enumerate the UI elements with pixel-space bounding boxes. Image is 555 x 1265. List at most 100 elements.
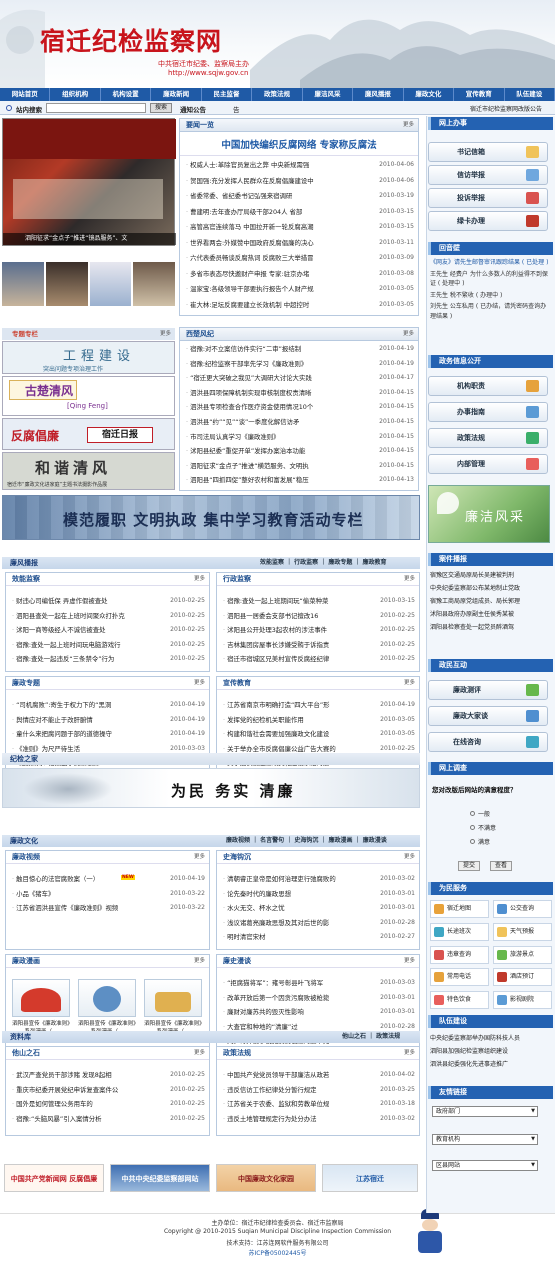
item-title[interactable]: 舆情应对不能止于改肝腑情 [12, 714, 161, 726]
more-link[interactable]: 更多 [194, 851, 205, 864]
item-title[interactable]: 重庆市纪委开展党纪申诉复查案件公 [12, 1084, 161, 1096]
radio-icon[interactable] [470, 825, 475, 830]
more-link[interactable]: 更多 [160, 328, 171, 340]
news-item[interactable]: 崔大林:足坛反腐要建立长效机制 中超控时 2010-03-05 [180, 299, 418, 311]
list-item[interactable]: 重庆市纪委开展党纪申诉复查案件公 2010-02-25 [6, 1084, 209, 1096]
more-link[interactable]: 更多 [404, 955, 415, 968]
item-title[interactable]: 明时清官宋材 [223, 931, 371, 943]
item-title[interactable]: 沭阳县公开处理3起农村的涉法事件 [223, 624, 371, 636]
radio-icon[interactable] [470, 839, 475, 844]
xichu-item[interactable]: 泗洪县四项保障机制实现审核制度权责清晰 2010-04-15 [180, 387, 418, 399]
item-title[interactable]: 江苏省泗洪县宣传《廉政准则》视频 [12, 902, 161, 914]
item-title[interactable]: 发挥党的纪检机关职能作用 [223, 714, 371, 726]
thumbnail[interactable] [2, 262, 44, 306]
item-title[interactable]: 改革开放后第一个因贪污腐败被枪毙 [223, 992, 371, 1004]
survey-option[interactable]: 一般 [470, 808, 496, 822]
nav-item-supervision[interactable]: 民主监督 [202, 88, 253, 101]
item-title[interactable]: 贺国强:充分发挥人民群众在反腐倡廉建设中 [186, 175, 370, 187]
xichu-item[interactable]: 泗洪县“约”“见”“谈”一季度化解信访矛 2010-04-15 [180, 416, 418, 428]
complaint-report-button[interactable]: 投诉举报 [428, 188, 548, 208]
item-title[interactable]: 中国共产党党员领导干部廉洁从政若 [223, 1069, 371, 1081]
item-title[interactable]: 泗阳征求“金点子”推进“横范服务、文明执 [186, 460, 370, 472]
item-title[interactable]: 泗洪县“约”“见”“谈”一季度化解信访矛 [186, 416, 370, 428]
nav-item-policy[interactable]: 政策法规 [252, 88, 303, 101]
list-item[interactable]: 武汉严查党员干部涉赌 发现8起相 2010-02-25 [6, 1069, 209, 1081]
more-link[interactable]: 更多 [404, 1047, 415, 1060]
integrity-discussion-button[interactable]: 廉政大家谈 [428, 706, 548, 726]
more-link[interactable]: 更多 [404, 851, 415, 864]
service-item[interactable]: 长途班次 [430, 922, 489, 941]
item-title[interactable]: 小品《猪车》 [12, 888, 161, 900]
list-item[interactable]: 宿豫:查处一起上班期间玩“偷菜种菜 2010-03-15 [217, 595, 419, 607]
online-consult-button[interactable]: 在线咨询 [428, 732, 548, 752]
banner-qingfeng[interactable]: 古楚清风 [Qing Feng] [2, 376, 175, 416]
list-item[interactable]: 江苏省关于农委、监狱和劳教单位规 2010-03-18 [217, 1098, 419, 1110]
case-item[interactable]: 中央纪委监察部公布某地制止党政 [430, 582, 552, 595]
item-title[interactable]: 清朝睿正皇帝是如何治理吏行弛腐败的 [223, 873, 371, 885]
huiyin-item[interactable]: 王先生 经费户 为什么多数人的利益得不到保证 ( 处理中 ) [430, 270, 552, 289]
service-item[interactable]: 影视剧院 [493, 991, 552, 1010]
list-item[interactable]: 小品《猪车》 2010-03-22 [6, 888, 209, 900]
item-title[interactable]: 宿豫:查处一起上班时间玩电脑游戏行 [12, 639, 161, 651]
list-item[interactable]: 沭阳一商等级经人不诚信被查处 2010-02-25 [6, 624, 209, 636]
item-title[interactable]: 吉林集团房屋事长涉嫌受贿于诉指责 [223, 639, 371, 651]
news-item[interactable]: 世界看两会:外媒赞中国政府反腐倡廉的决心 2010-03-11 [180, 237, 418, 249]
item-title[interactable]: 宿豫:纪检监察干部率先学习《廉政准则》 [186, 358, 370, 370]
list-item[interactable]: 宿迁市宿城区兄美村宣传反腐经纪律 2010-02-25 [217, 653, 419, 665]
survey-submit-button[interactable]: 提交 [458, 861, 480, 871]
news-item[interactable]: 多省市表态尽快邀财产申报 专家:驻京办堵 2010-03-08 [180, 268, 418, 280]
list-item[interactable]: 违反信访工作纪律处分暂行规定 2010-03-25 [217, 1084, 419, 1096]
list-item[interactable]: 舆情应对不能止于改肝腑情 2010-04-19 [6, 714, 209, 726]
item-title[interactable]: 泗阳县查处一起在上班时间聚众打扑克 [12, 610, 161, 622]
nav-item-team[interactable]: 队伍建设 [505, 88, 555, 101]
list-item[interactable]: 清朝睿正皇帝是如何治理吏行弛腐败的 2010-03-02 [217, 873, 419, 885]
list-item[interactable]: 宿豫:“头脑风暴”引入案情分析 2010-02-25 [6, 1113, 209, 1125]
nav-item-news[interactable]: 廉政新闻 [151, 88, 202, 101]
slogan-banner[interactable]: 为民 务实 清廉 [2, 768, 420, 808]
news-photo[interactable]: 泗阳征求“金点子”推进“镜品服务”、文 [2, 118, 176, 246]
item-title[interactable]: 江苏省南京市明确打造“四大平台”形 [223, 699, 371, 711]
item-title[interactable]: 宿豫:查处一起违反“三条禁令”行为 [12, 653, 161, 665]
item-title[interactable]: 宿豫:“头脑风暴”引入案情分析 [12, 1113, 161, 1125]
petition-report-button[interactable]: 信访举报 [428, 165, 548, 185]
list-item[interactable]: 泗阳县一居委会支部书记擅改16 2010-02-25 [217, 610, 419, 622]
list-item[interactable]: 论先秦时代的廉政思想 2010-03-01 [217, 888, 419, 900]
survey-option[interactable]: 满意 [470, 836, 496, 850]
nav-item-style[interactable]: 廉洁风采 [303, 88, 354, 101]
case-item[interactable]: 宿豫工商局原党组成员、局长郭理 [430, 595, 552, 608]
team-item[interactable]: 泗洪县纪委强化先进事迹推广 [430, 1058, 552, 1071]
news-item[interactable]: 温家宝:各级领导干部要执行报告个人财产规 2010-03-05 [180, 283, 418, 295]
service-item[interactable]: 特色饮食 [430, 991, 489, 1010]
item-title[interactable]: 沭阳一商等级经人不诚信被查处 [12, 624, 161, 636]
item-title[interactable]: 温家宝:各级领导干部要执行报告个人财产规 [186, 283, 370, 295]
item-title[interactable]: 权威人士:革除官员复出之弊 中央新规需强 [186, 159, 370, 171]
item-title[interactable]: “拒腐猫将军”：雍号彰县叶飞将军 [223, 977, 371, 989]
police-badge-icon[interactable] [415, 1209, 445, 1255]
thumbnail[interactable] [133, 262, 175, 306]
list-item[interactable]: 发挥党的纪检机关职能作用 2010-03-05 [217, 714, 419, 726]
item-title[interactable]: 构建和谐社会需要加强廉政文化建设 [223, 728, 371, 740]
footer-icp[interactable]: 苏ICP备05002445号 [0, 1248, 555, 1257]
survey-view-button[interactable]: 查看 [490, 861, 512, 871]
list-item[interactable]: 沭阳县公开处理3起农村的涉法事件 2010-02-25 [217, 624, 419, 636]
item-title[interactable]: 世界看两会:外媒赞中国政府反腐倡廉的决心 [186, 237, 370, 249]
item-title[interactable]: 泗洪县四项保障机制实现审核制度权责清晰 [186, 387, 370, 399]
more-link[interactable]: 更多 [194, 955, 205, 968]
case-item[interactable]: 泗阳县检察查处一起党员醉酒驾 [430, 621, 552, 634]
list-item[interactable]: “司机腐败”:寄生于权力下的“黑洞 2010-04-19 [6, 699, 209, 711]
service-item[interactable]: 旅游景点 [493, 945, 552, 964]
item-title[interactable]: 六代表委员畅谈反腐热词 反腐败三大举措冒 [186, 252, 370, 264]
xichu-item[interactable]: 市司法局认真学习《廉政准则》 2010-04-15 [180, 431, 418, 443]
banner-harmony[interactable]: 和谐清风 宿迁市“廉政文化进家庭”主题书法摄影作品展 [2, 452, 175, 490]
more-link[interactable]: 更多 [403, 328, 414, 341]
partner-link-ccdi[interactable]: 中共中央纪委监察部网站 [110, 1164, 210, 1192]
item-title[interactable]: 宿豫:查处一起上班期间玩“偷菜种菜 [223, 595, 371, 607]
item-title[interactable]: 廉财对廉苏共的毁灭性影响 [223, 1006, 371, 1018]
integrity-evaluation-button[interactable]: 廉政测评 [428, 680, 548, 700]
integrity-banner[interactable]: 廉洁风采 [428, 485, 550, 543]
site-url[interactable]: http://www.sqjw.gov.cn [168, 69, 248, 77]
item-title[interactable]: 多省市表态尽快邀财产申报 专家:驻京办堵 [186, 268, 370, 280]
item-title[interactable]: “宿迁更大突破之我见”大调研大讨论大实践 [186, 372, 370, 384]
link-select-district[interactable]: 区县网站 ▼ [432, 1160, 538, 1171]
link-select-education[interactable]: 教育机构 ▼ [432, 1134, 538, 1145]
